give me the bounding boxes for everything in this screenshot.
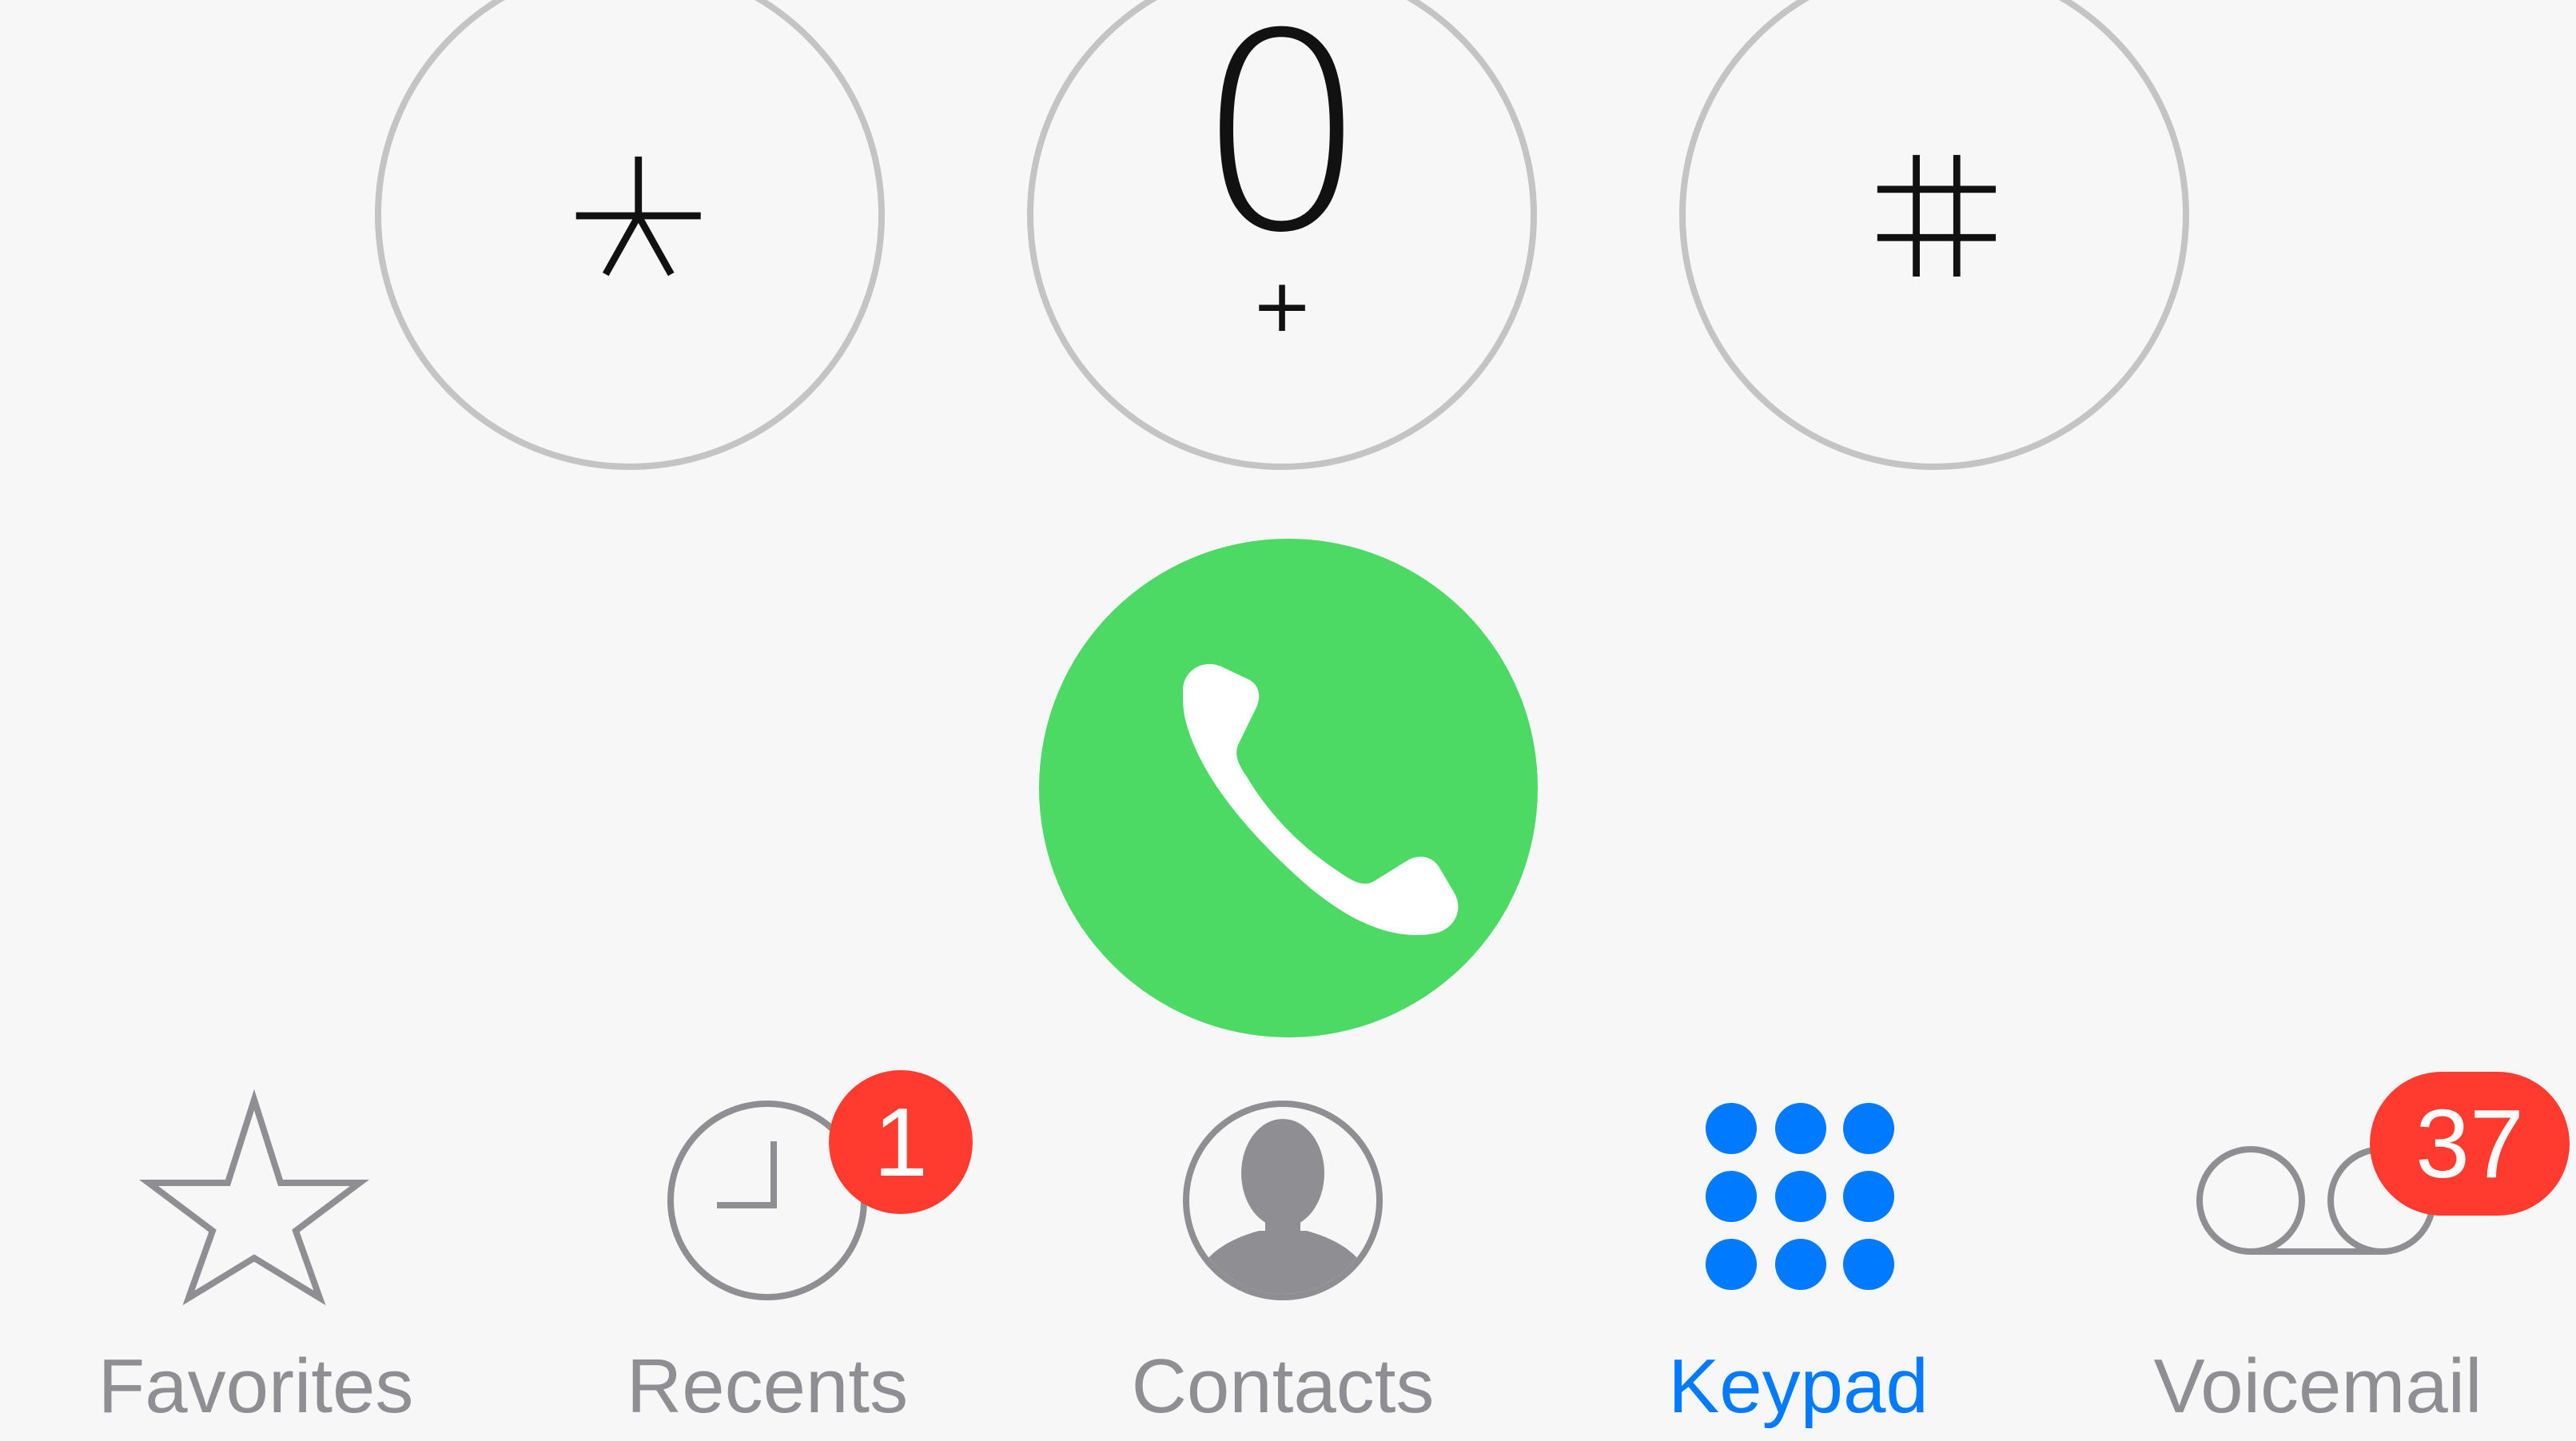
tab-recents[interactable]: 1 Recents [543, 1070, 991, 1441]
hash-icon [1877, 154, 1997, 277]
call-button[interactable] [1039, 539, 1538, 1037]
phone-icon [1183, 663, 1459, 935]
key-zero-digit: 0 [1195, 0, 1369, 293]
tab-recents-label: Recents [626, 1343, 909, 1429]
person-icon [1183, 1101, 1383, 1300]
recents-badge: 1 [829, 1070, 973, 1214]
voicemail-badge: 37 [2370, 1072, 2570, 1216]
key-hash[interactable] [1679, 0, 2189, 470]
star-icon [139, 1089, 369, 1306]
key-zero[interactable]: 0 + [1027, 0, 1537, 470]
keypad-icon [1706, 1103, 1894, 1290]
tab-voicemail[interactable]: 37 Voicemail [2094, 1071, 2570, 1441]
tab-keypad-label: Keypad [1668, 1343, 1929, 1429]
tab-voicemail-label: Voicemail [2153, 1343, 2482, 1429]
tab-bar: Favorites 1 Recents Contacts Keypad 37 V… [0, 1070, 2576, 1441]
tab-favorites[interactable]: Favorites [32, 1071, 480, 1441]
tab-favorites-label: Favorites [98, 1343, 414, 1429]
key-zero-sub-label: + [1251, 263, 1313, 348]
asterisk-icon [575, 156, 701, 277]
key-star[interactable] [375, 0, 885, 470]
tab-contacts-label: Contacts [1131, 1343, 1435, 1429]
tab-keypad[interactable]: Keypad [1575, 1071, 2022, 1441]
tab-contacts[interactable]: Contacts [1059, 1071, 1507, 1441]
